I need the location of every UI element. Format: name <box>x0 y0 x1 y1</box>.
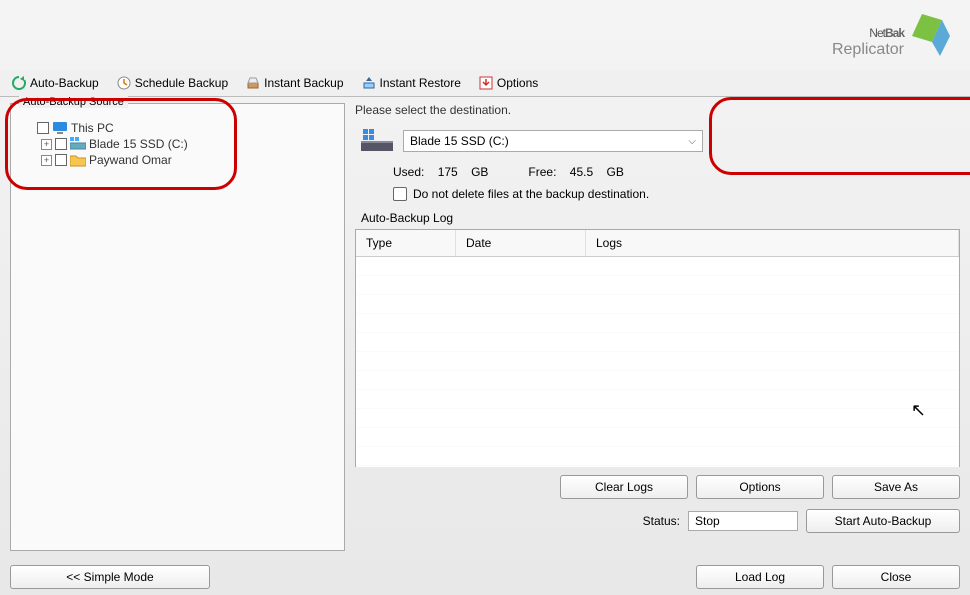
status-value: Stop <box>688 511 798 531</box>
checkbox-icon[interactable] <box>393 187 407 201</box>
highlight-annotation <box>709 97 970 175</box>
refresh-icon <box>12 76 26 90</box>
restore-icon <box>362 76 376 90</box>
save-as-button[interactable]: Save As <box>832 475 960 499</box>
destination-select[interactable]: Blade 15 SSD (C:) ⌵ <box>403 130 703 152</box>
toolbar-label: Instant Restore <box>380 76 461 90</box>
free-value: 45.5 <box>570 165 593 179</box>
close-button[interactable]: Close <box>832 565 960 589</box>
no-delete-option[interactable]: Do not delete files at the backup destin… <box>355 187 960 201</box>
main-area: Auto-Backup Source This PC + Blade 15 SS… <box>0 97 970 557</box>
logo-icon <box>912 14 950 56</box>
logo-subtitle: Replicator <box>832 41 904 59</box>
load-log-button[interactable]: Load Log <box>696 565 824 589</box>
status-label: Status: <box>643 514 680 528</box>
toolbar-label: Schedule Backup <box>135 76 228 90</box>
log-section-title: Auto-Backup Log <box>355 211 960 225</box>
main-toolbar: Auto-Backup Schedule Backup Instant Back… <box>0 70 970 97</box>
free-label: Free: <box>528 165 556 179</box>
toolbar-label: Options <box>497 76 538 90</box>
toolbar-auto-backup[interactable]: Auto-Backup <box>8 74 103 92</box>
clock-icon <box>117 76 131 90</box>
highlight-annotation <box>5 98 237 190</box>
checkbox-label: Do not delete files at the backup destin… <box>413 187 649 201</box>
toolbar-schedule-backup[interactable]: Schedule Backup <box>113 74 232 92</box>
col-date[interactable]: Date <box>456 230 586 256</box>
used-unit: GB <box>471 165 488 179</box>
toolbar-label: Instant Backup <box>264 76 343 90</box>
toolbar-options[interactable]: Options <box>475 74 542 92</box>
toolbar-label: Auto-Backup <box>30 76 99 90</box>
chevron-down-icon: ⌵ <box>688 136 696 147</box>
destination-panel: Please select the destination. Blade 15 … <box>355 103 960 551</box>
used-label: Used: <box>393 165 424 179</box>
log-table-body[interactable] <box>356 257 959 467</box>
disk-icon <box>246 76 260 90</box>
clear-logs-button[interactable]: Clear Logs <box>560 475 688 499</box>
log-table: Type Date Logs <box>355 229 960 467</box>
used-value: 175 <box>438 165 458 179</box>
simple-mode-button[interactable]: << Simple Mode <box>10 565 210 589</box>
logo-text-1: Net <box>869 26 885 40</box>
options-button[interactable]: Options <box>696 475 824 499</box>
logo-text-2: Bak <box>885 26 904 40</box>
free-unit: GB <box>606 165 623 179</box>
download-icon <box>479 76 493 90</box>
log-table-header: Type Date Logs <box>356 230 959 257</box>
app-header: NetBak Replicator <box>0 0 970 70</box>
toolbar-instant-backup[interactable]: Instant Backup <box>242 74 347 92</box>
col-logs[interactable]: Logs <box>586 230 959 256</box>
footer: << Simple Mode Load Log Close <box>10 565 960 589</box>
start-auto-backup-button[interactable]: Start Auto-Backup <box>806 509 960 533</box>
source-panel: Auto-Backup Source This PC + Blade 15 SS… <box>10 103 345 551</box>
logo: NetBak Replicator <box>832 11 904 59</box>
toolbar-instant-restore[interactable]: Instant Restore <box>358 74 465 92</box>
selected-drive-label: Blade 15 SSD (C:) <box>410 134 509 148</box>
drive-windows-icon <box>361 129 393 153</box>
col-type[interactable]: Type <box>356 230 456 256</box>
